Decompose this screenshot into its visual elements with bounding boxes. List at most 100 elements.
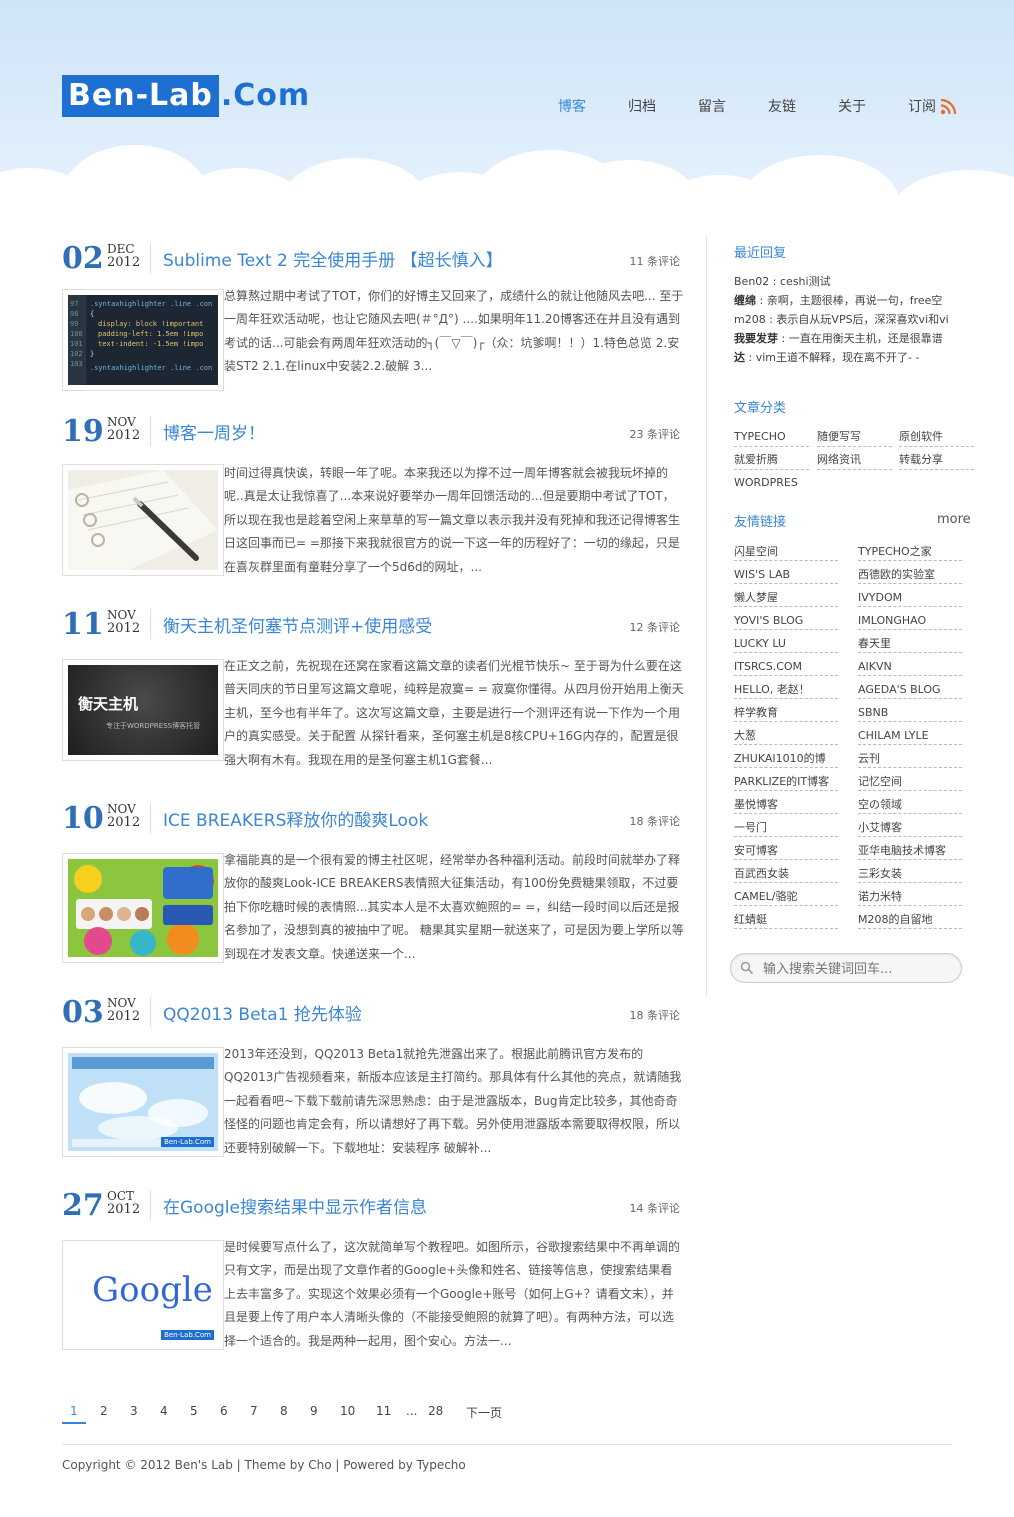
friend-link[interactable]: SBNB: [858, 705, 962, 722]
friend-link[interactable]: ITSRCS.COM: [734, 659, 838, 676]
friend-link[interactable]: WIS'S LAB: [734, 567, 838, 584]
post-thumbnail[interactable]: Ben-Lab.Com: [62, 1047, 224, 1157]
post-comments-count[interactable]: 14 条评论: [630, 1200, 681, 1216]
page-link[interactable]: 4: [160, 1404, 168, 1418]
friend-link[interactable]: TYPECHO之家: [858, 544, 962, 561]
post-thumbnail[interactable]: 衡天主机 专注于WORDPRESS博客托管: [62, 659, 224, 761]
page-link[interactable]: 11: [376, 1404, 391, 1418]
friend-link[interactable]: 大葱: [734, 728, 838, 745]
friend-link[interactable]: 云刊: [858, 751, 962, 768]
recent-comment[interactable]: 缠绵 : 亲啊，主题很棒，再说一句，free空: [734, 291, 962, 310]
friend-link[interactable]: ZHUKAI1010的博: [734, 751, 838, 768]
post-title[interactable]: 在Google搜索结果中显示作者信息: [163, 1193, 427, 1218]
post-thumbnail[interactable]: 97 98 99 100 101 102 103 .syntaxhighlighter .l…: [62, 289, 224, 391]
friend-link[interactable]: PARKLIZE的IT博客: [734, 774, 838, 791]
post-title[interactable]: QQ2013 Beta1 抢先体验: [163, 1000, 362, 1025]
post-day: 11: [62, 607, 104, 642]
categories-list: TYPECHO 随便写写 原创软件 就爱折腾 网络资讯 转载分享 WORDPRE…: [734, 429, 974, 499]
page-link[interactable]: 2: [100, 1404, 108, 1418]
recent-comment[interactable]: Ben02 : ceshi测试: [734, 272, 962, 291]
friend-link[interactable]: M208的自留地: [858, 912, 962, 929]
friend-link[interactable]: 闪星空间: [734, 544, 838, 561]
nav-links[interactable]: 友链: [768, 96, 796, 116]
page-link[interactable]: 3: [130, 1404, 138, 1418]
friend-link[interactable]: 百武西女装: [734, 866, 838, 883]
post-title[interactable]: Sublime Text 2 完全使用手册 【超长慎入】: [163, 246, 503, 271]
category-link[interactable]: 就爱折腾: [734, 452, 809, 470]
page-link[interactable]: 7: [250, 1404, 258, 1418]
footer-text: Copyright © 2012 Ben's Lab | Theme by Ch…: [62, 1458, 466, 1472]
search-box: [730, 953, 962, 983]
page-link[interactable]: 10: [340, 1404, 355, 1418]
post-item: 03 NOV 2012 QQ2013 Beta1 抢先体验 18 条评论 Ben…: [62, 997, 682, 1162]
next-page-link[interactable]: 下一页: [466, 1404, 502, 1421]
post-thumbnail[interactable]: [62, 853, 224, 963]
post-title[interactable]: 衡天主机圣何塞节点测评+使用感受: [163, 612, 432, 637]
friend-link[interactable]: 小艾博客: [858, 820, 962, 837]
nav-subscribe[interactable]: 订阅: [908, 96, 936, 116]
friend-link[interactable]: AGEDA'S BLOG: [858, 682, 962, 699]
comment-text: ceshi测试: [780, 275, 831, 288]
page-link[interactable]: 28: [428, 1404, 443, 1418]
search-input[interactable]: [761, 958, 955, 980]
friend-link[interactable]: 梓学教育: [734, 705, 838, 722]
post-day: 02: [62, 241, 104, 276]
page-link[interactable]: 9: [310, 1404, 318, 1418]
page-link[interactable]: 6: [220, 1404, 228, 1418]
friend-link[interactable]: 空の领域: [858, 797, 962, 814]
category-link[interactable]: 转载分享: [899, 452, 974, 470]
friend-link[interactable]: 墨悦博客: [734, 797, 838, 814]
post-comments-count[interactable]: 23 条评论: [630, 426, 681, 442]
post-thumbnail[interactable]: Google Ben-Lab.Com: [62, 1240, 224, 1350]
post-comments-count[interactable]: 18 条评论: [630, 813, 681, 829]
page-link[interactable]: 8: [280, 1404, 288, 1418]
recent-comment[interactable]: m208 : 表示自从玩VPS后，深深喜欢vi和vi: [734, 310, 962, 329]
friend-link[interactable]: 一号门: [734, 820, 838, 837]
friend-link[interactable]: 三彩女装: [858, 866, 962, 883]
candy-promo-image: [68, 859, 218, 957]
post-thumbnail[interactable]: [62, 464, 224, 576]
recent-comment[interactable]: 我要发芽 : 一直在用衡天主机，还是很靠谱: [734, 329, 962, 348]
post-item: 11 NOV 2012 衡天主机圣何塞节点测评+使用感受 12 条评论 衡天主机…: [62, 607, 684, 774]
friend-link[interactable]: CHILAM LYLE: [858, 728, 962, 745]
friend-link[interactable]: 懒人梦屋: [734, 590, 838, 607]
nav-about[interactable]: 关于: [838, 96, 866, 116]
more-links-link[interactable]: more: [937, 512, 971, 527]
page-link[interactable]: 1: [70, 1404, 78, 1418]
friend-link[interactable]: HELLO, 老赵！: [734, 682, 838, 699]
recent-comment[interactable]: 达 : vim王道不解释，现在离不开了- -: [734, 348, 962, 367]
post-comments-count[interactable]: 11 条评论: [630, 253, 681, 269]
post-title[interactable]: ICE BREAKERS释放你的酸爽Look: [163, 806, 428, 831]
nav-guestbook[interactable]: 留言: [698, 96, 726, 116]
svg-text:.syntaxhighlighter .line .con: .syntaxhighlighter .line .con: [90, 300, 212, 308]
friend-link[interactable]: AIKVN: [858, 659, 962, 676]
post-comments-count[interactable]: 18 条评论: [630, 1007, 681, 1023]
category-link[interactable]: TYPECHO: [734, 429, 809, 447]
category-link[interactable]: 网络资讯: [817, 452, 892, 470]
nav-archive[interactable]: 归档: [628, 96, 656, 116]
friend-links-widget: 友情链接 more 闪星空间 WIS'S LAB 懒人梦屋 YOVI'S BLOG LU…: [734, 511, 974, 944]
friend-link[interactable]: 西德欧的实验室: [858, 567, 962, 584]
category-link[interactable]: WORDPRES: [734, 475, 809, 492]
friend-link[interactable]: IVYDOM: [858, 590, 962, 607]
friend-link[interactable]: LUCKY LU: [734, 636, 838, 653]
friend-link[interactable]: 春天里: [858, 636, 962, 653]
post-comments-count[interactable]: 12 条评论: [630, 619, 681, 635]
categories-widget: 文章分类 TYPECHO 随便写写 原创软件 就爱折腾 网络资讯 转载分享 WO…: [734, 397, 974, 499]
nav-blog[interactable]: 博客: [558, 96, 586, 116]
category-link[interactable]: 原创软件: [899, 429, 974, 447]
google-logo-text: Google: [92, 1270, 213, 1310]
friend-link[interactable]: 亚华电脑技术博客: [858, 843, 962, 860]
friend-link[interactable]: 记忆空间: [858, 774, 962, 791]
friend-link[interactable]: CAMEL/骆驼: [734, 889, 838, 906]
category-link[interactable]: 随便写写: [817, 429, 892, 447]
friend-link[interactable]: 安可博客: [734, 843, 838, 860]
friend-link[interactable]: 诺力米特: [858, 889, 962, 906]
friend-link[interactable]: 红蜻蜓: [734, 912, 838, 929]
friend-link[interactable]: IMLONGHAO: [858, 613, 962, 630]
rss-icon[interactable]: [940, 98, 957, 115]
friend-link[interactable]: YOVI'S BLOG: [734, 613, 838, 630]
page-link[interactable]: 5: [190, 1404, 198, 1418]
main-nav: 博客 归档 留言 友链 关于 订阅: [0, 96, 1014, 116]
post-title[interactable]: 博客一周岁！: [163, 419, 265, 444]
